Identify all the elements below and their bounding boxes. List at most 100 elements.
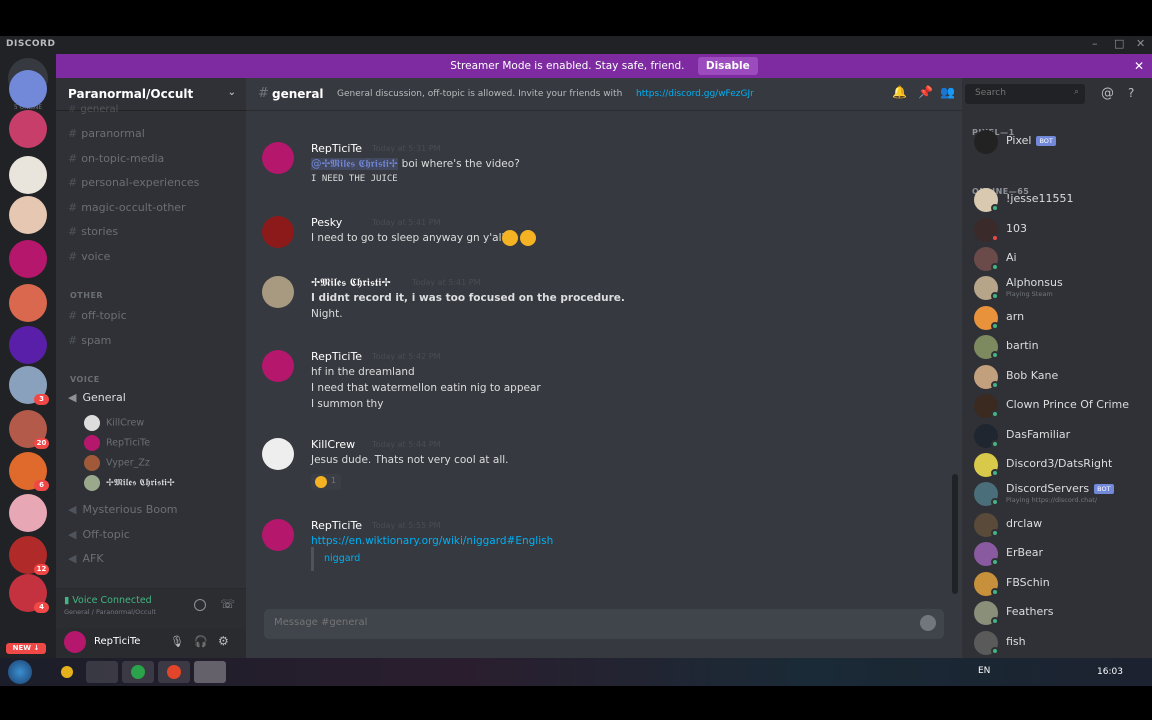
channel-personal-experiences[interactable]: # personal-experiences: [68, 176, 199, 189]
status-dot: [991, 469, 999, 477]
voice-channel-general[interactable]: ◀ General: [68, 391, 126, 404]
member-item[interactable]: ErBear: [972, 540, 1142, 568]
server-icon[interactable]: [9, 110, 47, 148]
headphones-icon[interactable]: 🎧: [194, 635, 208, 648]
message-timestamp: Today at 5:55 PM: [372, 521, 441, 530]
server-icon[interactable]: [9, 156, 47, 194]
channel-magic-occult-other[interactable]: # magic-occult-other: [68, 201, 186, 214]
voice-channel[interactable]: ◀ Mysterious Boom: [68, 503, 178, 516]
member-item[interactable]: Ai: [972, 245, 1142, 273]
member-item[interactable]: Bob Kane: [972, 363, 1142, 391]
banner-close-icon[interactable]: ✕: [1134, 54, 1144, 78]
help-icon[interactable]: ?: [1128, 86, 1134, 100]
maximize-icon[interactable]: □: [1114, 37, 1124, 50]
emoji-icon[interactable]: [920, 615, 936, 631]
chat-scrollbar[interactable]: [952, 474, 958, 594]
avatar[interactable]: [262, 350, 294, 382]
minimize-icon[interactable]: –: [1092, 37, 1098, 50]
avatar[interactable]: [262, 276, 294, 308]
channel-paranormal[interactable]: # paranormal: [68, 127, 145, 140]
member-item[interactable]: DasFamiliar: [972, 422, 1142, 450]
clock[interactable]: 16:03: [1097, 667, 1123, 677]
member-activity: Playing Steam: [1006, 290, 1053, 298]
mention[interactable]: @✢𝕸𝖎𝖑𝖊𝖘 𝕮𝖍𝖗𝖎𝖘𝖙𝖎✢: [311, 158, 398, 170]
search-box[interactable]: ⌕: [965, 84, 1085, 104]
status-dot: [991, 558, 999, 566]
voice-user[interactable]: ✢𝕸𝖎𝖑𝖊𝖘 𝕮𝖍𝖗𝖎𝖘𝖙𝖎✢: [84, 475, 175, 491]
pin-icon[interactable]: 📌: [918, 85, 933, 99]
unread-badge: 4: [34, 602, 49, 613]
category-other[interactable]: OTHER: [70, 291, 103, 300]
bell-icon[interactable]: 🔔: [892, 85, 907, 99]
os-taskbar: EN 16:03: [0, 658, 1152, 686]
channel-general-partial[interactable]: # general: [68, 104, 118, 115]
channel-spam[interactable]: # spam: [68, 334, 111, 347]
voice-user[interactable]: KillCrew: [84, 415, 144, 431]
avatar[interactable]: [262, 519, 294, 551]
member-item[interactable]: DiscordServers BOT Playing https://discord…: [972, 480, 1142, 508]
voice-channel[interactable]: ◀ Off-topic: [68, 528, 130, 541]
member-item[interactable]: 103: [972, 216, 1142, 244]
member-item[interactable]: Alphonsus Playing Steam: [972, 274, 1142, 302]
taskbar-app-icon[interactable]: [122, 661, 154, 683]
server-icon[interactable]: [9, 196, 47, 234]
member-item[interactable]: drclaw: [972, 511, 1142, 539]
category-voice[interactable]: VOICE: [70, 375, 100, 384]
avatar[interactable]: [64, 631, 86, 653]
member-item[interactable]: Clown Prince Of Crime: [972, 392, 1142, 420]
microphone-icon[interactable]: 🎙: [170, 635, 184, 648]
server-icon[interactable]: [9, 70, 47, 108]
message-author[interactable]: Pesky: [311, 216, 342, 229]
member-item[interactable]: FBSchin: [972, 570, 1142, 598]
voice-user[interactable]: Vyper_Zz: [84, 455, 150, 471]
member-item[interactable]: !jesse11551: [972, 186, 1142, 214]
gear-icon[interactable]: ⚙: [218, 634, 229, 648]
reaction[interactable]: 1: [311, 474, 341, 490]
start-button[interactable]: [8, 660, 32, 684]
disconnect-icon[interactable]: ☏: [220, 597, 235, 611]
message-author[interactable]: KillCrew: [311, 438, 355, 451]
disable-streamer-button[interactable]: Disable: [697, 57, 758, 75]
member-item[interactable]: Pixel BOT: [972, 128, 1142, 156]
mentions-icon[interactable]: @: [1101, 86, 1114, 101]
taskbar-app-icon[interactable]: [194, 661, 226, 683]
member-item[interactable]: Discord3/DatsRight: [972, 451, 1142, 479]
embed-title[interactable]: niggard: [324, 553, 360, 564]
server-icon[interactable]: [9, 284, 47, 322]
member-item[interactable]: arn: [972, 304, 1142, 332]
voice-user[interactable]: RepTiciTe: [84, 435, 150, 451]
member-item[interactable]: bartin: [972, 333, 1142, 361]
taskbar-app-icon[interactable]: [158, 661, 190, 683]
member-item[interactable]: Feathers: [972, 599, 1142, 627]
avatar[interactable]: [262, 438, 294, 470]
server-icon[interactable]: [9, 240, 47, 278]
member-item[interactable]: fish: [972, 629, 1142, 657]
message-author[interactable]: ✢𝕸𝖎𝖑𝖊𝖘 𝕮𝖍𝖗𝖎𝖘𝖙𝖎✢: [311, 276, 391, 290]
avatar[interactable]: [262, 142, 294, 174]
message-composer[interactable]: [264, 609, 944, 639]
message-input[interactable]: [272, 616, 872, 629]
message-link[interactable]: https://en.wiktionary.org/wiki/niggard#E…: [311, 535, 553, 547]
close-window-icon[interactable]: ✕: [1136, 37, 1145, 50]
channel-voice[interactable]: # voice: [68, 250, 110, 263]
members-icon[interactable]: 👥: [940, 85, 955, 99]
message-author[interactable]: RepTiciTe: [311, 350, 362, 363]
hash-icon: #: [258, 86, 269, 101]
server-icon[interactable]: [9, 326, 47, 364]
server-icon[interactable]: [9, 494, 47, 532]
channel-off-topic[interactable]: # off-topic: [68, 309, 127, 322]
voice-channel[interactable]: ◀ AFK: [68, 552, 104, 565]
taskbar-app-icon[interactable]: [86, 661, 118, 683]
member-name: FBSchin: [1006, 576, 1050, 589]
invite-link[interactable]: https://discord.gg/wFezGJr: [636, 89, 754, 99]
taskbar-app-icon[interactable]: [52, 661, 84, 683]
message-author[interactable]: RepTiciTe: [311, 519, 362, 532]
message-author[interactable]: RepTiciTe: [311, 142, 362, 155]
new-unreads-badge[interactable]: NEW ↓: [6, 643, 46, 654]
language-indicator[interactable]: EN: [978, 666, 990, 676]
search-input[interactable]: [973, 87, 1063, 99]
channel-stories[interactable]: # stories: [68, 225, 118, 238]
channel-on-topic-media[interactable]: # on-topic-media: [68, 152, 164, 165]
avatar[interactable]: [262, 216, 294, 248]
info-icon[interactable]: [194, 599, 206, 611]
